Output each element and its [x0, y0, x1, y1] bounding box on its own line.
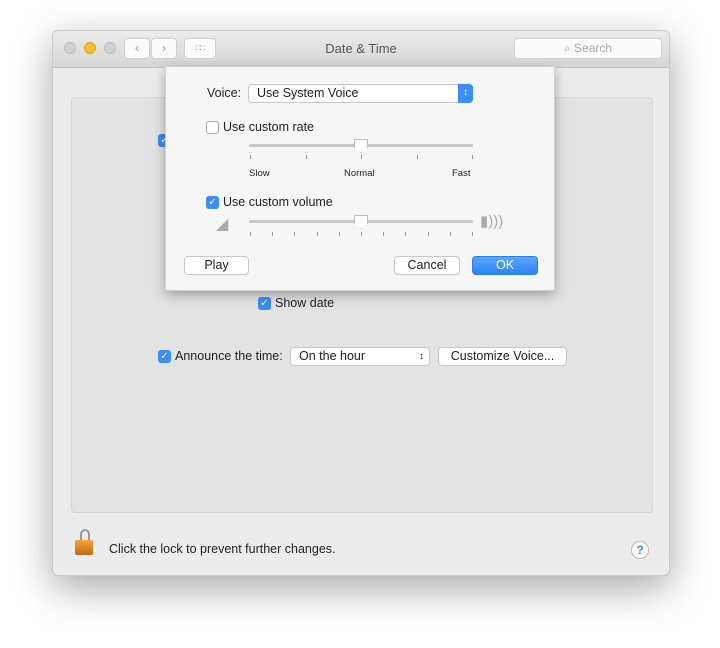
rate-normal-label: Normal — [344, 168, 375, 179]
slider-tick — [316, 232, 318, 236]
slider-tick — [305, 155, 307, 159]
custom-volume-label: Use custom volume — [223, 195, 333, 209]
show-date-checkbox[interactable]: ✓ — [258, 297, 271, 310]
slider-tick — [272, 232, 274, 236]
slider-tick — [472, 232, 473, 236]
search-icon: ⌕ — [563, 41, 575, 55]
slider-tick — [383, 232, 385, 236]
rate-slow-label: Slow — [249, 168, 270, 179]
updown-chevron-icon: ↕ — [458, 84, 473, 103]
rate-fast-label: Fast — [452, 168, 471, 179]
custom-volume-checkbox[interactable]: ✓ — [206, 196, 219, 209]
play-button[interactable]: Play — [184, 256, 249, 275]
voice-label: Voice: — [207, 86, 242, 100]
announce-interval-select[interactable]: On the hour ↕ — [290, 347, 430, 366]
updown-chevron-icon: ↕ — [419, 351, 424, 362]
slider-tick — [294, 232, 296, 236]
slider-tick — [338, 232, 340, 236]
slider-tick — [449, 232, 451, 236]
search-input[interactable]: ⌕ Search — [514, 38, 662, 59]
announce-checkbox[interactable]: ✓ — [158, 350, 171, 363]
title-bar: ‹ › ∷∷ Date & Time ⌕ Search — [53, 31, 669, 68]
lock-text: Click the lock to prevent further change… — [109, 542, 336, 556]
lock-icon[interactable] — [75, 529, 95, 557]
show-date-label: Show date — [275, 296, 335, 310]
announce-label: Announce the time: — [175, 349, 283, 363]
slider-tick — [472, 155, 473, 159]
slider-tick — [416, 155, 418, 159]
custom-rate-checkbox[interactable] — [206, 121, 219, 134]
volume-slider-thumb[interactable] — [354, 215, 368, 229]
speaker-low-icon: ◢ — [216, 216, 229, 233]
voice-select[interactable]: Use System Voice ↕ — [248, 84, 473, 103]
cancel-button[interactable]: Cancel — [394, 256, 460, 275]
custom-rate-label: Use custom rate — [223, 120, 315, 134]
ok-button[interactable]: OK — [472, 256, 538, 275]
speaker-high-icon: ▮))) — [480, 213, 504, 230]
slider-tick — [427, 232, 429, 236]
slider-tick — [361, 155, 362, 159]
customize-voice-sheet: Voice: Use System Voice ↕ Use custom rate… — [165, 66, 555, 291]
slider-tick — [361, 232, 362, 236]
help-button[interactable]: ? — [631, 541, 649, 559]
slider-tick — [250, 155, 251, 159]
customize-voice-button[interactable]: Customize Voice... — [438, 347, 567, 366]
slider-tick — [405, 232, 407, 236]
slider-tick — [250, 232, 251, 236]
rate-slider-thumb[interactable] — [354, 139, 368, 153]
